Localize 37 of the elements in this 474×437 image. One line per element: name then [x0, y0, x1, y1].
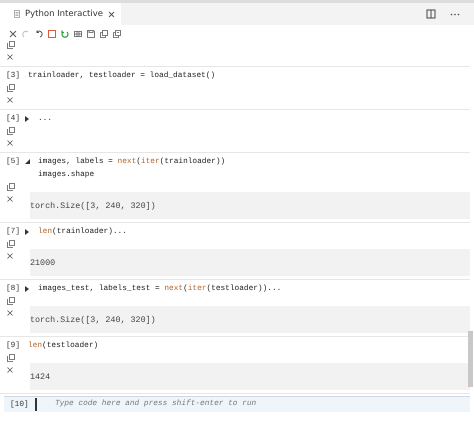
- clear-all-icon[interactable]: [9, 30, 17, 38]
- variables-icon[interactable]: [74, 30, 82, 38]
- more-icon[interactable]: [450, 12, 460, 16]
- restart-icon[interactable]: [61, 30, 69, 38]
- delete-icon[interactable]: [7, 367, 13, 373]
- expand-icon[interactable]: [25, 116, 30, 122]
- stop-icon[interactable]: [48, 30, 56, 38]
- delete-icon[interactable]: [7, 310, 13, 316]
- copy-icon[interactable]: [7, 84, 15, 92]
- collapse-icon[interactable]: [25, 159, 30, 164]
- copy-icon[interactable]: [7, 297, 15, 305]
- scrollbar-thumb[interactable]: [468, 331, 473, 387]
- expand-icon[interactable]: [25, 229, 30, 235]
- close-icon[interactable]: [108, 10, 115, 18]
- split-editor-icon[interactable]: [426, 9, 436, 19]
- delete-icon[interactable]: [7, 140, 13, 146]
- file-icon: [14, 10, 20, 18]
- copy-icon[interactable]: [7, 127, 15, 135]
- copy-icon[interactable]: [7, 240, 15, 248]
- cell-output: 21000: [30, 249, 470, 276]
- copy-icon[interactable]: [7, 354, 15, 362]
- save-icon[interactable]: [87, 30, 95, 38]
- cell-output: torch.Size([3, 240, 320]): [30, 306, 470, 333]
- delete-icon[interactable]: [7, 54, 13, 60]
- expand-icon[interactable]: [25, 286, 30, 292]
- undo-icon[interactable]: [35, 30, 43, 38]
- cell-output: torch.Size([3, 240, 320]): [30, 192, 470, 219]
- delete-icon[interactable]: [7, 253, 13, 259]
- text-cursor: [35, 398, 37, 411]
- export-icon[interactable]: [100, 30, 108, 38]
- export-icon[interactable]: [113, 30, 121, 38]
- copy-icon[interactable]: [7, 41, 15, 49]
- cell-output: 1424: [30, 363, 470, 390]
- delete-icon[interactable]: [7, 97, 13, 103]
- delete-icon[interactable]: [7, 196, 13, 202]
- copy-icon[interactable]: [7, 183, 15, 191]
- editor-tab[interactable]: Python Interactive: [0, 3, 121, 25]
